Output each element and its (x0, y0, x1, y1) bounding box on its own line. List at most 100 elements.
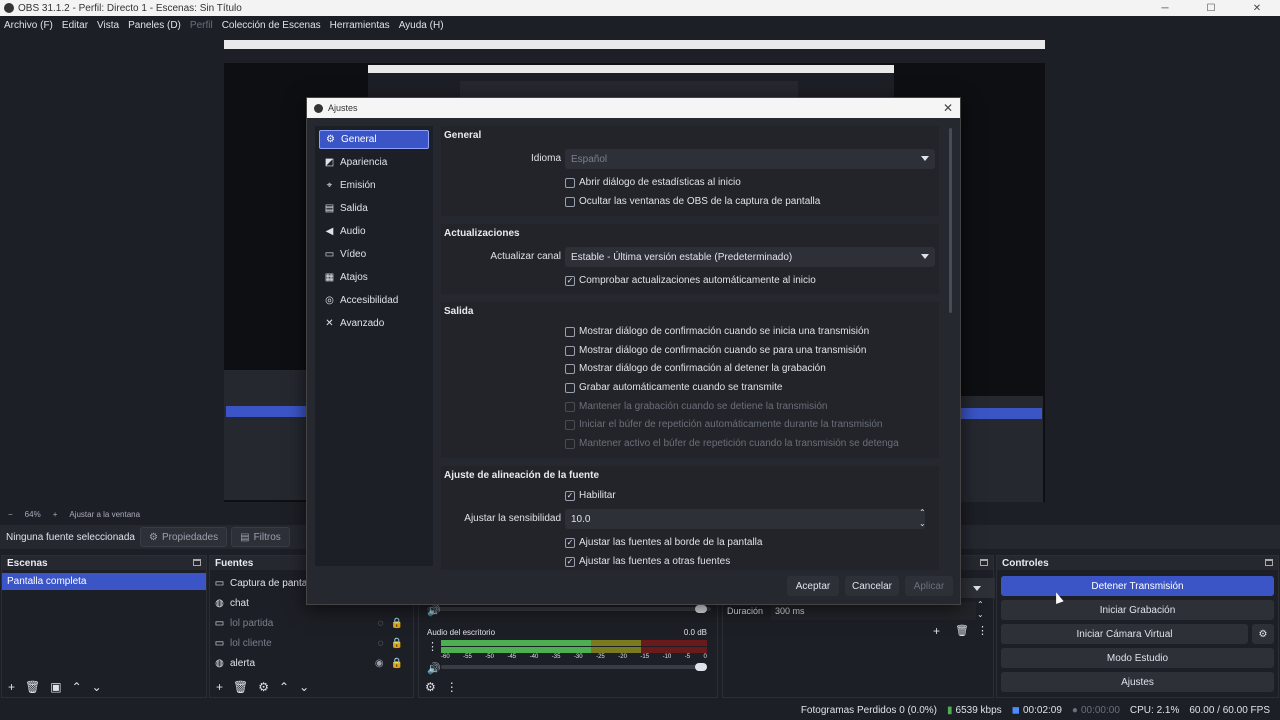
volume-handle-2[interactable] (695, 663, 707, 671)
checkbox-icon (565, 438, 575, 449)
stats-dialog-checkbox[interactable]: Abrir diálogo de estadísticas al inicio (565, 177, 741, 188)
duration-stepper[interactable]: ⌃ ⌄ (977, 600, 984, 620)
source-item[interactable]: ▭ lol partida ◌ 🔒 (210, 613, 413, 633)
sidebar-item-audio[interactable]: ◀ Audio (319, 222, 429, 241)
menu-file[interactable]: Archivo (F) (4, 20, 53, 31)
snap-other-sources-checkbox[interactable]: ✓ Ajustar las fuentes a otras fuentes (565, 556, 730, 567)
remove-source-icon[interactable]: 🗑 (233, 680, 248, 694)
output-group: Salida Mostrar diálogo de confirmación c… (441, 302, 939, 458)
transition-dropdown[interactable] (959, 578, 995, 598)
zoom-in-button[interactable]: + (53, 510, 58, 519)
undock-icon[interactable] (1265, 559, 1273, 566)
menu-help[interactable]: Ayuda (H) (399, 20, 444, 31)
volume-slider-1[interactable] (427, 607, 711, 611)
preview-nested-scenes (224, 370, 306, 500)
hide-windows-checkbox[interactable]: Ocultar las ventanas de OBS de la captur… (565, 196, 820, 207)
cancel-button[interactable]: Cancelar (845, 576, 899, 596)
snap-screen-edge-checkbox[interactable]: ✓ Ajustar las fuentes al borde de la pan… (565, 537, 762, 548)
settings-scrollbar[interactable] (949, 126, 954, 570)
filters-button[interactable]: ▤ Filtros (231, 527, 290, 547)
sensitivity-input[interactable]: 10.0 (565, 509, 925, 529)
mixer-menu-icon[interactable]: ⋮ (427, 640, 438, 653)
add-transition-icon[interactable]: + (933, 624, 940, 638)
sidebar-item-video[interactable]: ▭ Vídeo (319, 245, 429, 264)
sidebar-item-stream[interactable]: ⌖ Emisión (319, 176, 429, 195)
mixer-more-icon[interactable]: ⋮ (446, 680, 458, 694)
confirm-stop-stream-checkbox[interactable]: Mostrar diálogo de confirmación cuando s… (565, 345, 866, 356)
move-down-icon[interactable]: ⌄ (299, 680, 309, 694)
source-properties-icon[interactable]: ⚙ (258, 680, 269, 694)
source-item[interactable]: ◍ alerta ◉ 🔒 (210, 653, 413, 673)
studio-mode-button[interactable]: Modo Estudio (1001, 648, 1274, 668)
lock-icon[interactable]: 🔒 (391, 618, 403, 629)
record-icon: ● (1071, 704, 1078, 716)
add-scene-icon[interactable]: + (8, 680, 15, 694)
remove-scene-icon[interactable]: 🗑 (25, 680, 40, 694)
minimize-button[interactable]: ─ (1142, 3, 1188, 14)
volume-slider-2[interactable] (441, 665, 707, 669)
update-channel-select[interactable]: Estable - Última versión estable (Predet… (565, 247, 935, 267)
properties-button[interactable]: ⚙ Propiedades (140, 527, 228, 547)
lock-icon[interactable]: 🔒 (391, 658, 403, 669)
move-down-icon[interactable]: ⌄ (92, 680, 102, 694)
accept-button[interactable]: Aceptar (787, 576, 839, 596)
zoom-out-button[interactable]: − (8, 510, 13, 519)
remove-transition-icon[interactable]: 🗑 (955, 624, 969, 637)
virtual-camera-settings-button[interactable]: ⚙ (1252, 624, 1274, 644)
language-select[interactable]: Español (565, 149, 935, 169)
scenes-title: Escenas (7, 557, 48, 569)
transition-more-icon[interactable]: ⋮ (977, 624, 988, 637)
scene-filters-icon[interactable]: ▣ (50, 680, 61, 694)
source-name: Captura de pantalla (230, 577, 318, 589)
move-up-icon[interactable]: ⌃ (72, 680, 82, 694)
sidebar-item-output[interactable]: ▤ Salida (319, 199, 429, 218)
snapping-enable-checkbox[interactable]: ✓ Habilitar (565, 490, 616, 501)
menu-scene-collection[interactable]: Colección de Escenas (222, 20, 321, 31)
eye-icon[interactable]: ◉ (375, 658, 384, 669)
auto-update-checkbox[interactable]: ✓ Comprobar actualizaciones automáticame… (565, 275, 816, 286)
mixer-settings-icon[interactable]: ⚙ (425, 680, 436, 694)
sidebar-item-accessibility[interactable]: ◎ Accesibilidad (319, 291, 429, 310)
checkbox-icon (565, 177, 575, 188)
move-up-icon[interactable]: ⌃ (279, 680, 289, 694)
sidebar-item-advanced[interactable]: ✕ Avanzado (319, 314, 429, 333)
hidden-eye-icon[interactable]: ◌ (378, 638, 384, 649)
updates-heading: Actualizaciones (444, 228, 520, 239)
confirm-start-stream-checkbox[interactable]: Mostrar diálogo de confirmación cuando s… (565, 326, 869, 337)
close-icon[interactable]: ✕ (943, 101, 953, 115)
settings-button[interactable]: Ajustes (1001, 672, 1274, 692)
sidebar-item-hotkeys[interactable]: ▦ Atajos (319, 268, 429, 287)
sources-title: Fuentes (215, 557, 254, 569)
globe-icon: ◍ (215, 657, 224, 669)
snapping-heading: Ajuste de alineación de la fuente (444, 470, 600, 481)
menu-profile[interactable]: Perfil (190, 20, 213, 31)
confirm-stop-record-checkbox[interactable]: Mostrar diálogo de confirmación al deten… (565, 363, 826, 374)
undock-icon[interactable] (193, 559, 201, 566)
sensitivity-stepper[interactable]: ⌃ ⌄ (919, 507, 926, 529)
scene-item[interactable]: Pantalla completa (2, 573, 206, 590)
menu-tools[interactable]: Herramientas (330, 20, 390, 31)
zoom-fit-dropdown[interactable]: Ajustar a la ventana (69, 510, 140, 519)
sidebar-item-general[interactable]: ⚙ General (319, 130, 429, 149)
lock-icon[interactable]: 🔒 (391, 638, 403, 649)
maximize-button[interactable]: ☐ (1188, 3, 1234, 14)
undock-icon[interactable] (980, 559, 988, 566)
close-window-button[interactable]: ✕ (1234, 3, 1280, 14)
speaker-icon[interactable]: 🔊 (427, 604, 441, 617)
checkmark-icon: ✓ (565, 537, 575, 548)
volume-handle-1[interactable] (695, 605, 707, 613)
speaker-icon[interactable]: 🔊 (427, 662, 441, 675)
source-item[interactable]: ▭ lol cliente ◌ 🔒 (210, 633, 413, 653)
start-virtual-camera-button[interactable]: Iniciar Cámara Virtual (1001, 624, 1248, 644)
menu-view[interactable]: Vista (97, 20, 119, 31)
hidden-eye-icon[interactable]: ◌ (378, 618, 384, 629)
scrollbar-thumb[interactable] (949, 128, 952, 313)
auto-record-checkbox[interactable]: Grabar automáticamente cuando se transmi… (565, 382, 782, 393)
menu-edit[interactable]: Editar (62, 20, 88, 31)
sidebar-item-appearance[interactable]: ◩ Apariencia (319, 153, 429, 172)
stop-streaming-button[interactable]: Detener Transmisión (1001, 576, 1274, 596)
start-recording-button[interactable]: Iniciar Grabación (1001, 600, 1274, 620)
add-source-icon[interactable]: + (216, 680, 223, 694)
apply-button[interactable]: Aplicar (905, 576, 953, 596)
menu-docks[interactable]: Paneles (D) (128, 20, 181, 31)
